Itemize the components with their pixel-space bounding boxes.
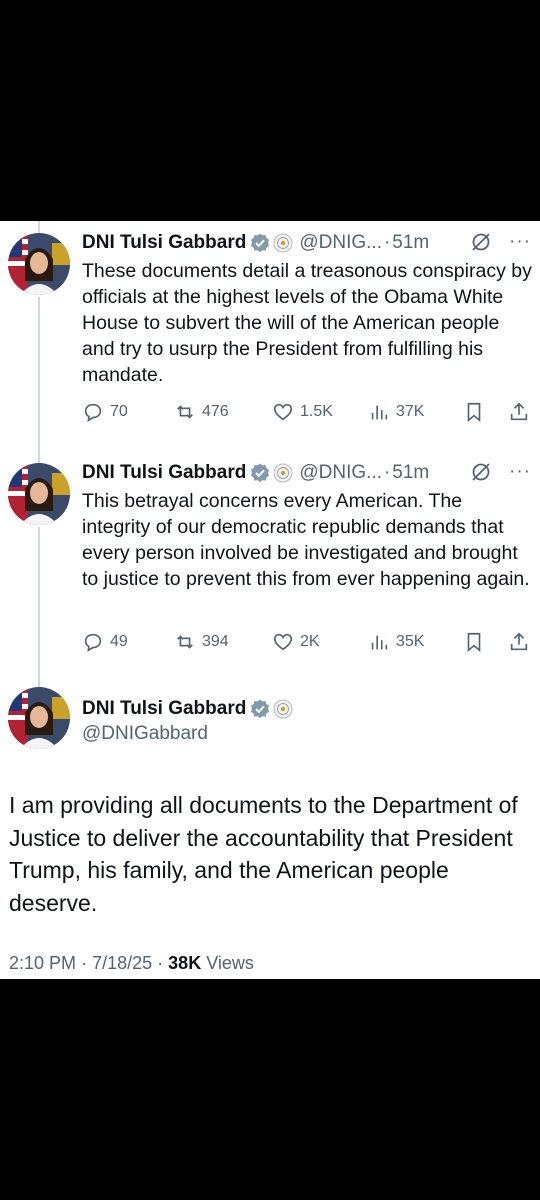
- timestamp[interactable]: 51m: [392, 232, 429, 254]
- like-icon: [273, 633, 293, 651]
- meta-separator: ·: [81, 953, 88, 973]
- views-icon: [371, 405, 388, 420]
- like-button[interactable]: 2K: [272, 631, 320, 653]
- reply-button[interactable]: 49: [82, 631, 128, 653]
- government-seal-icon: [273, 463, 293, 483]
- share-button[interactable]: [508, 401, 536, 423]
- verified-badge-icon: [250, 463, 270, 483]
- more-icon[interactable]: ···: [509, 461, 531, 483]
- repost-icon: [177, 405, 193, 419]
- repost-count: 476: [202, 403, 229, 420]
- repost-icon: [177, 635, 193, 649]
- timestamp[interactable]: 51m: [392, 462, 429, 484]
- grok-icon[interactable]: [470, 461, 492, 483]
- bookmark-button[interactable]: [463, 631, 491, 653]
- author-handle[interactable]: @DNIG...: [299, 232, 382, 254]
- author-handle[interactable]: @DNIG...: [299, 462, 382, 484]
- views-label: Views: [206, 953, 254, 973]
- repost-count: 394: [202, 633, 229, 650]
- author-name[interactable]: DNI Tulsi Gabbard: [82, 462, 246, 484]
- tweet-text: These documents detail a treasonous cons…: [82, 260, 532, 386]
- more-icon[interactable]: ···: [509, 231, 531, 253]
- tweet-actions: 70 476 1.5K 37K: [82, 401, 532, 429]
- author-name[interactable]: DNI Tulsi Gabbard: [82, 698, 246, 720]
- repost-button[interactable]: 476: [174, 401, 229, 423]
- separator-dot: ·: [383, 232, 391, 253]
- verified-badge-icon: [250, 699, 270, 719]
- views-total: 38K: [168, 953, 202, 973]
- author-name[interactable]: DNI Tulsi Gabbard: [82, 232, 246, 254]
- tweet-header: DNI Tulsi Gabbard @DNIG... · 51m: [82, 231, 429, 255]
- like-count: 1.5K: [300, 403, 333, 420]
- tweet-meta: 2:10 PM · 7/18/25 · 38K Views: [9, 953, 254, 974]
- views-button[interactable]: 35K: [368, 631, 424, 653]
- main-tweet-text: I am providing all documents to the Depa…: [9, 792, 518, 916]
- reply-icon: [84, 633, 102, 652]
- tweet-text: This betrayal concerns every American. T…: [82, 490, 530, 590]
- bookmark-icon: [467, 402, 481, 423]
- like-icon: [273, 403, 293, 421]
- like-button[interactable]: 1.5K: [272, 401, 333, 423]
- avatar[interactable]: [8, 233, 70, 295]
- author-name-row: DNI Tulsi Gabbard: [82, 697, 293, 721]
- government-seal-icon: [273, 233, 293, 253]
- like-count: 2K: [300, 633, 320, 650]
- repost-button[interactable]: 394: [174, 631, 229, 653]
- share-button[interactable]: [508, 631, 536, 653]
- bookmark-icon: [467, 632, 481, 653]
- bookmark-button[interactable]: [463, 401, 491, 423]
- views-icon: [371, 635, 388, 650]
- main-tweet-header: DNI Tulsi Gabbard @DNIGabbard: [82, 697, 293, 745]
- reply-count: 49: [110, 633, 128, 650]
- tweet-header: DNI Tulsi Gabbard @DNIG... · 51m: [82, 461, 429, 485]
- views-count: 35K: [396, 633, 425, 650]
- thread-panel: DNI Tulsi Gabbard @DNIG... · 51m ··· The…: [0, 221, 540, 979]
- avatar[interactable]: [8, 463, 70, 525]
- post-date[interactable]: 7/18/25: [92, 953, 152, 973]
- thread-line-top: [38, 221, 40, 233]
- reply-icon: [84, 403, 102, 422]
- grok-icon[interactable]: [470, 231, 492, 253]
- views-button[interactable]: 37K: [368, 401, 424, 423]
- meta-separator: ·: [157, 953, 164, 973]
- reply-count: 70: [110, 403, 128, 420]
- reply-button[interactable]: 70: [82, 401, 128, 423]
- share-icon: [510, 402, 528, 421]
- thread-line-2: [38, 527, 40, 687]
- tweet-actions: 49 394 2K 35K: [82, 631, 532, 659]
- views-count: 37K: [396, 403, 425, 420]
- post-time[interactable]: 2:10 PM: [9, 953, 76, 973]
- separator-dot: ·: [383, 462, 391, 483]
- verified-badge-icon: [250, 233, 270, 253]
- avatar[interactable]: [8, 687, 70, 749]
- author-handle[interactable]: @DNIGabbard: [82, 723, 293, 745]
- thread-line-1: [38, 297, 40, 465]
- share-icon: [510, 632, 528, 651]
- government-seal-icon: [273, 699, 293, 719]
